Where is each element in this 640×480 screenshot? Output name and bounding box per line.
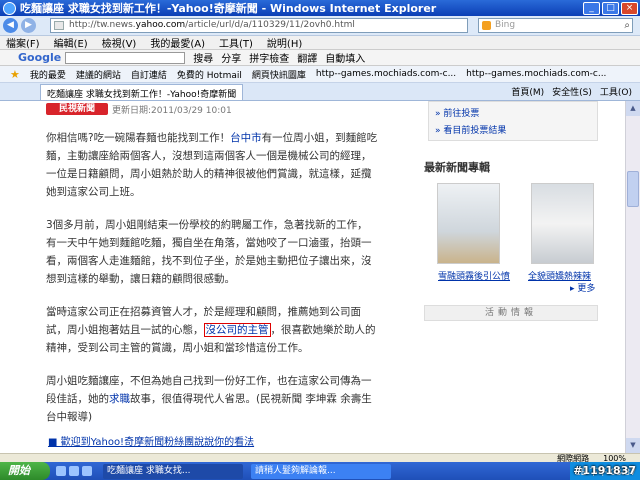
menu-tools[interactable]: 工具(T) [219,35,253,50]
favorites-bar: ★ 我的最愛 建議的網站 自訂連結 免費的 Hotmail 網頁快訊圖庫 htt… [0,66,640,83]
menu-help[interactable]: 說明(H) [267,35,302,50]
link-taichung[interactable]: 台中市 [230,132,262,144]
search-icon[interactable]: ⌕ [624,19,630,32]
menu-edit[interactable]: 編輯(E) [54,35,88,50]
events-header: 活動情報 [424,305,598,321]
menu-view[interactable]: 檢視(V) [102,35,137,50]
vote-link[interactable]: » 前往投票 [435,106,597,119]
taskbar: 開始 吃麵讓座 求職女找... 請稍人髮夠解論報... CE 下午 08:37 [0,462,640,480]
back-button[interactable]: ◀ [3,18,18,33]
fan-page-link[interactable]: ■ 歡迎到Yahoo!奇摩新聞粉絲團說說你的看法 [48,433,254,448]
home-button[interactable]: 首頁(M) [511,85,544,98]
watermark: #1191837 [573,464,636,477]
minimize-button[interactable]: _ [583,1,600,15]
quick-launch-icon[interactable] [56,466,66,476]
search-input[interactable]: Bing ⌕ [478,18,633,33]
scroll-down-icon[interactable]: ▼ [626,438,640,453]
fav-item[interactable]: 免費的 Hotmail [177,68,242,81]
poll-box: » 前往投票 » 看目前投票結果 [428,101,598,141]
fav-item[interactable]: 自訂連結 [131,68,167,81]
taskbar-item[interactable]: 吃麵讓座 求職女找... [103,463,243,479]
google-toolbar: Google 搜尋 分享 拼字檢查 翻譯 自動填入 [0,50,640,66]
article-body: 你相信嗎?吃一碗陽春麵也能找到工作！台中市有一位周小姐，到麵館吃麵，主動讓座給兩… [46,129,378,441]
menu-favorites[interactable]: 我的最愛(A) [150,35,205,50]
menu-bar: 檔案(F) 編輯(E) 檢視(V) 我的最愛(A) 工具(T) 說明(H) [0,36,640,50]
tools-button[interactable]: 工具(O) [600,85,632,98]
bing-icon [482,21,491,30]
news-thumbnail[interactable] [437,183,500,264]
url-field[interactable]: http://tw.news.yahoo.com/article/url/d/a… [50,18,468,33]
maximize-button[interactable]: □ [602,1,619,15]
autofill-button[interactable]: 自動填入 [325,50,365,65]
favorites-star-icon[interactable]: ★ [10,68,20,81]
results-link[interactable]: » 看目前投票結果 [435,123,597,136]
vertical-scrollbar[interactable]: ▲ ▼ [625,101,640,453]
start-button[interactable]: 開始 [0,462,50,480]
close-button[interactable]: × [621,1,638,15]
source-logo: 民視新聞 [46,103,108,115]
forward-button[interactable]: ▶ [21,18,36,33]
page-icon [54,21,64,30]
title-bar: 吃麵讓座 求職女找到新工作！-Yahoo!奇摩新聞 - Windows Inte… [0,0,640,16]
paragraph: 3個多月前，周小姐剛結束一份學校的約聘屬工作，急著找新的工作，有一天中午她到麵館… [46,219,372,285]
quick-launch-icon[interactable] [82,466,92,476]
paragraph: 你相信嗎?吃一碗陽春麵也能找到工作！台中市有一位周小姐，到麵館吃麵，主動讓座給兩… [46,132,378,198]
section-title: 最新新聞專輯 [424,161,490,174]
quick-launch [56,466,95,476]
taskbar-item[interactable]: 請稍人髮夠解論報... [251,463,391,479]
translate-button[interactable]: 翻譯 [297,50,317,65]
news-thumbnail[interactable] [531,183,594,264]
address-bar: ◀ ▶ http://tw.news.yahoo.com/article/url… [0,16,640,36]
link-job[interactable]: 求職 [109,393,130,405]
scroll-thumb[interactable] [627,171,639,207]
update-time: 更新日期:2011/03/29 10:01 [112,106,232,116]
google-search-input[interactable] [65,51,186,64]
window-title: 吃麵讓座 求職女找到新工作！-Yahoo!奇摩新聞 - Windows Inte… [20,2,437,15]
thumbnail-caption[interactable]: 雪融頭霧後引公憤 [438,269,510,282]
safety-button[interactable]: 安全性(S) [552,85,592,98]
google-search-button[interactable]: 搜尋 [193,50,213,65]
google-logo: Google [18,51,62,64]
menu-file[interactable]: 檔案(F) [6,35,40,50]
fav-item[interactable]: http--games.mochiads.com-c... [316,69,456,79]
status-bar: 網際網路 100% [0,453,640,463]
tab-current[interactable]: 吃麵讓座 求職女找到新工作！-Yahoo!奇摩新聞 [40,83,244,100]
more-link[interactable]: ▸ 更多 [570,281,595,294]
page-content: 民視新聞 更新日期:2011/03/29 10:01 你相信嗎?吃一碗陽春麵也能… [0,101,625,453]
tab-bar: 吃麵讓座 求職女找到新工作！-Yahoo!奇摩新聞 首頁(M) 安全性(S) 工… [0,83,640,101]
scroll-up-icon[interactable]: ▲ [626,101,640,116]
quick-launch-icon[interactable] [69,466,79,476]
spellcheck-button[interactable]: 拼字檢查 [249,50,289,65]
fav-item[interactable]: http--games.mochiads.com-c... [466,69,606,79]
fav-item[interactable]: 網頁快訊圖庫 [252,68,306,81]
fav-item[interactable]: 建議的網站 [76,68,121,81]
ie-icon [3,1,16,15]
paragraph: 周小姐吃麵讓座，不但為她自己找到一份好工作，也在這家公司傳為一段佳話，她的求職故… [46,375,372,423]
highlighted-phrase: 沒公司的主管 [203,323,271,337]
paragraph: 當時這家公司正在招募資管人才，於是經理和顧問，推薦她到公司面試，周小姐抱著姑且一… [46,306,376,354]
favorites-button[interactable]: 我的最愛 [30,68,66,81]
share-button[interactable]: 分享 [221,50,241,65]
